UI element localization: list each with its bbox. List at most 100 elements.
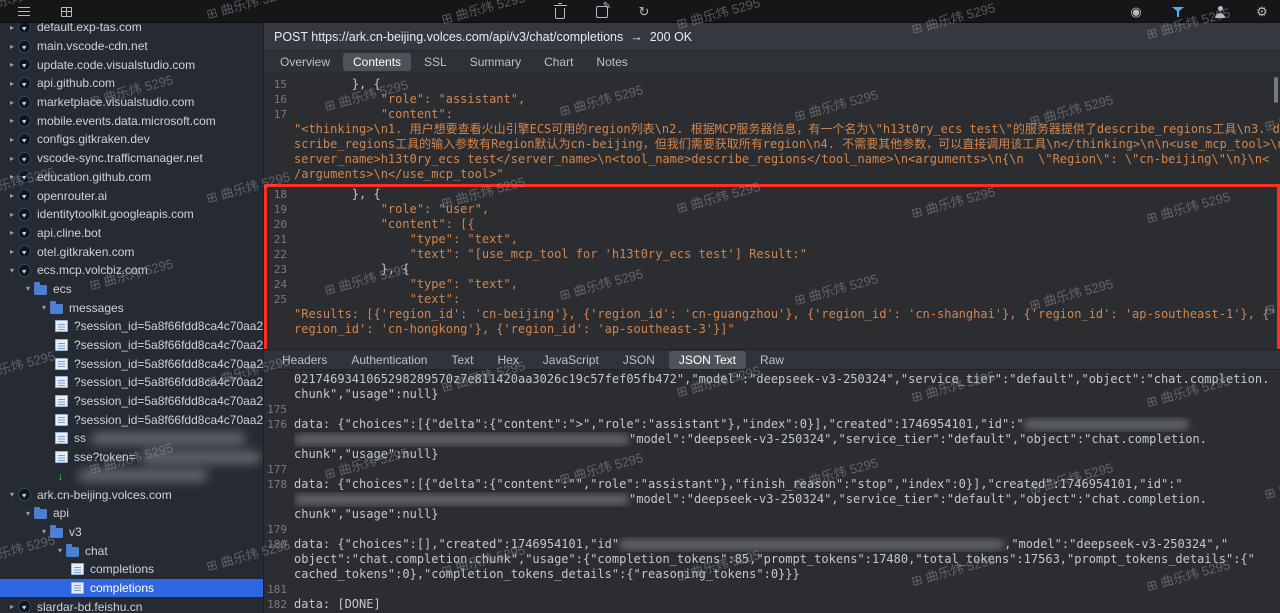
json-text-pane[interactable]: 0217469341065298289570z7e811420aa3026c19… xyxy=(264,370,1280,613)
code-text: cached_tokens":0},"completion_tokens_det… xyxy=(294,567,1280,582)
tree-item[interactable]: ▸openrouter.ai xyxy=(0,186,263,205)
redaction-blur xyxy=(294,494,629,505)
chevron-down-icon[interactable]: ▾ xyxy=(54,546,66,555)
chevron-right-icon[interactable]: ▸ xyxy=(6,116,18,125)
tree-item[interactable]: ▾ecs xyxy=(0,280,263,299)
tree-item[interactable]: ▾api xyxy=(0,504,263,523)
line-number xyxy=(264,552,294,567)
toolbar-middle-group: ↻ xyxy=(552,0,652,23)
folder-icon xyxy=(34,509,47,519)
code-line: 180data: {"choices":[],"created":1746954… xyxy=(264,537,1280,552)
tree-item[interactable]: ▾chat xyxy=(0,541,263,560)
scrollbar-thumb[interactable] xyxy=(1274,77,1278,103)
tree-item[interactable]: ▾ecs.mcp.volcbiz.com xyxy=(0,261,263,280)
chevron-right-icon[interactable]: ▸ xyxy=(6,135,18,144)
chevron-right-icon[interactable]: ▸ xyxy=(6,154,18,163)
chevron-right-icon[interactable]: ▸ xyxy=(6,191,18,200)
line-number: 23 xyxy=(267,262,294,277)
code-line: 15 }, { xyxy=(264,77,1280,92)
globe-icon xyxy=(18,114,31,127)
tree-item[interactable]: ▸api.cline.bot xyxy=(0,224,263,243)
tab-hex[interactable]: Hex xyxy=(487,351,528,369)
tree-item[interactable]: ↓ xyxy=(0,467,263,486)
settings-gear-icon[interactable]: ⚙ xyxy=(1254,4,1270,20)
chevron-down-icon[interactable]: ▾ xyxy=(38,527,50,536)
chevron-down-icon[interactable]: ▾ xyxy=(38,303,50,312)
tree-item[interactable]: ▸marketplace.visualstudio.com xyxy=(0,93,263,112)
chevron-right-icon[interactable]: ▸ xyxy=(6,172,18,181)
tree-item[interactable]: ▸configs.gitkraken.dev xyxy=(0,130,263,149)
chevron-right-icon[interactable]: ▸ xyxy=(6,79,18,88)
compose-icon[interactable] xyxy=(594,4,610,20)
tree-item-label: slardar-bd.feishu.cn xyxy=(37,600,142,613)
tree-item[interactable]: ▸update.code.visualstudio.com xyxy=(0,55,263,74)
tab-json[interactable]: JSON xyxy=(613,351,665,369)
tree-item[interactable]: sse?token= xyxy=(0,448,263,467)
tree-item[interactable]: ▸api.github.com xyxy=(0,74,263,93)
chevron-right-icon[interactable]: ▸ xyxy=(6,602,18,611)
tree-item[interactable]: ▸vscode-sync.trafficmanager.net xyxy=(0,149,263,168)
tree-item[interactable]: ?session_id=5a8f66fdd8ca4c70aa2 xyxy=(0,373,263,392)
chevron-down-icon[interactable]: ▾ xyxy=(22,509,34,518)
tree-item[interactable]: ▸mobile.events.data.microsoft.com xyxy=(0,111,263,130)
code-text xyxy=(294,462,1280,477)
tab-summary[interactable]: Summary xyxy=(460,53,531,71)
tree-item[interactable]: ?session_id=5a8f66fdd8ca4c70aa2 xyxy=(0,410,263,429)
tree-item[interactable]: ▾v3 xyxy=(0,523,263,542)
globe-icon xyxy=(18,96,31,109)
tree-item[interactable]: ?session_id=5a8f66fdd8ca4c70aa2 xyxy=(0,392,263,411)
tree-item[interactable]: ▸education.github.com xyxy=(0,168,263,187)
menu-icon[interactable] xyxy=(16,4,32,20)
tab-ssl[interactable]: SSL xyxy=(414,53,457,71)
tab-overview[interactable]: Overview xyxy=(270,53,340,71)
refresh-icon[interactable]: ↻ xyxy=(636,4,652,20)
filter-icon[interactable] xyxy=(1170,4,1186,20)
tab-json-text[interactable]: JSON Text xyxy=(669,351,746,369)
tab-raw[interactable]: Raw xyxy=(750,351,794,369)
tree-item[interactable]: ▸main.vscode-cdn.net xyxy=(0,37,263,56)
user-icon[interactable] xyxy=(1212,4,1228,20)
tab-javascript[interactable]: JavaScript xyxy=(533,351,609,369)
chevron-right-icon[interactable]: ▸ xyxy=(6,60,18,69)
chevron-right-icon[interactable]: ▸ xyxy=(6,228,18,237)
body-tabs: HeadersAuthenticationTextHexJavaScriptJS… xyxy=(264,349,1280,370)
table-view-icon[interactable] xyxy=(58,4,74,20)
tree-item[interactable]: ▸otel.gitkraken.com xyxy=(0,242,263,261)
tab-chart[interactable]: Chart xyxy=(534,53,583,71)
tree-item[interactable]: ▾messages xyxy=(0,298,263,317)
contents-json-pane[interactable]: 15 }, {16 "role": "assistant",17 "conten… xyxy=(264,73,1280,349)
tree-item[interactable]: ?session_id=5a8f66fdd8ca4c70aa2 xyxy=(0,354,263,373)
code-text: "content": xyxy=(294,107,1280,122)
tree-item[interactable]: ?session_id=5a8f66fdd8ca4c70aa2 xyxy=(0,317,263,336)
tree-item[interactable]: ?session_id=5a8f66fdd8ca4c70aa2 xyxy=(0,336,263,355)
chevron-right-icon[interactable]: ▸ xyxy=(6,42,18,51)
chevron-right-icon[interactable]: ▸ xyxy=(6,210,18,219)
tab-authentication[interactable]: Authentication xyxy=(341,351,437,369)
trash-icon[interactable] xyxy=(552,4,568,20)
chevron-down-icon[interactable]: ▾ xyxy=(6,490,18,499)
chevron-right-icon[interactable]: ▸ xyxy=(6,98,18,107)
line-number xyxy=(264,387,294,402)
chevron-right-icon[interactable]: ▸ xyxy=(6,247,18,256)
code-text: "model":"deepseek-v3-250324","service_ti… xyxy=(294,432,1280,447)
code-line: 176data: {"choices":[{"delta":{"content"… xyxy=(264,417,1280,432)
tab-text[interactable]: Text xyxy=(441,351,483,369)
chevron-down-icon[interactable]: ▾ xyxy=(6,266,18,275)
request-tree-sidebar[interactable]: ▸default.exp-tas.com▸main.vscode-cdn.net… xyxy=(0,23,264,613)
code-text: "text": "[use_mcp_tool for 'h13t0ry_ecs … xyxy=(294,247,1277,262)
chevron-right-icon[interactable]: ▸ xyxy=(6,23,18,32)
response-body: 0217469341065298289570z7e811420aa3026c19… xyxy=(264,372,1280,612)
tab-contents[interactable]: Contents xyxy=(343,53,411,71)
record-icon[interactable]: ◉ xyxy=(1128,4,1144,20)
chevron-down-icon[interactable]: ▾ xyxy=(22,284,34,293)
tab-headers[interactable]: Headers xyxy=(272,351,337,369)
tree-item[interactable]: completions xyxy=(0,560,263,579)
tree-item[interactable]: ss xyxy=(0,429,263,448)
tree-item[interactable]: completions xyxy=(0,579,263,598)
tab-notes[interactable]: Notes xyxy=(586,53,637,71)
tree-item[interactable]: ▾ark.cn-beijing.volces.com xyxy=(0,485,263,504)
tree-item[interactable]: ▸ slardar-bd.feishu.cn xyxy=(0,597,263,613)
tree-item[interactable]: ▸default.exp-tas.com xyxy=(0,23,263,37)
tree-item[interactable]: ▸identitytoolkit.googleapis.com xyxy=(0,205,263,224)
line-number: 24 xyxy=(267,277,294,292)
